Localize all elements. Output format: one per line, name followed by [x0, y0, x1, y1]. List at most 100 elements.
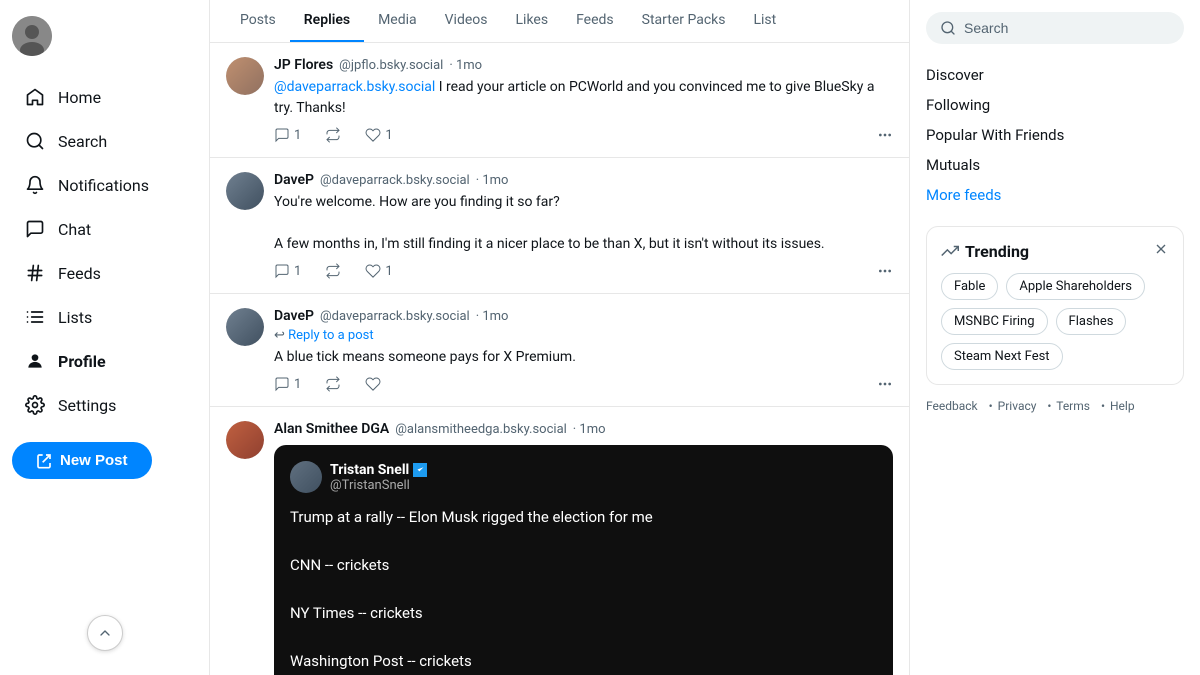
- trending-title: Trending: [941, 242, 1029, 261]
- sidebar-item-label: Feeds: [58, 264, 101, 283]
- quote-avatar: [290, 461, 322, 493]
- quote-author-name: Tristan Snell: [330, 462, 409, 478]
- footer-feedback[interactable]: Feedback: [926, 399, 978, 413]
- sidebar-item-label: Profile: [58, 352, 106, 371]
- sidebar-item-label: Lists: [58, 308, 92, 327]
- gear-icon: [24, 394, 46, 416]
- sidebar-item-settings[interactable]: Settings: [12, 384, 197, 426]
- footer-help[interactable]: Help: [1110, 399, 1135, 413]
- more-options-button[interactable]: [877, 263, 893, 279]
- avatar[interactable]: [226, 172, 264, 210]
- avatar[interactable]: [226, 421, 264, 459]
- quote-author-handle: @TristanSnell: [330, 478, 427, 493]
- tab-feeds[interactable]: Feeds: [562, 0, 628, 42]
- tab-videos[interactable]: Videos: [431, 0, 502, 42]
- trending-section: Trending Fable Apple Shareholders MSNBC …: [926, 226, 1184, 385]
- search-box[interactable]: [926, 12, 1184, 44]
- sidebar-item-notifications[interactable]: Notifications: [12, 164, 197, 206]
- post-author-name: DaveP: [274, 308, 314, 324]
- quote-text: Trump at a rally -- Elon Musk rigged the…: [290, 505, 877, 675]
- list-item: JP Flores @jpflo.bsky.social · 1mo @dave…: [210, 43, 909, 158]
- post-author-handle: @alansmitheedga.bsky.social: [395, 422, 567, 437]
- sidebar-item-lists[interactable]: Lists: [12, 296, 197, 338]
- verified-badge: [413, 463, 427, 477]
- feed-link-discover[interactable]: Discover: [926, 60, 1184, 90]
- sidebar-item-home[interactable]: Home: [12, 76, 197, 118]
- trending-tag-fable[interactable]: Fable: [941, 273, 998, 300]
- person-icon: [24, 350, 46, 372]
- like-button[interactable]: 1: [365, 263, 392, 279]
- sidebar-item-label: Search: [58, 132, 107, 151]
- trending-tag-msnbc-firing[interactable]: MSNBC Firing: [941, 308, 1048, 335]
- new-post-button[interactable]: New Post: [12, 442, 152, 479]
- profile-tabs: Posts Replies Media Videos Likes Feeds S…: [210, 0, 909, 43]
- trending-tag-apple-shareholders[interactable]: Apple Shareholders: [1006, 273, 1145, 300]
- post-author-name: JP Flores: [274, 57, 333, 73]
- feed-link-popular[interactable]: Popular With Friends: [926, 120, 1184, 150]
- tab-starter-packs[interactable]: Starter Packs: [628, 0, 740, 42]
- main-nav: Home Search Notifications Chat: [12, 76, 197, 426]
- trending-tag-flashes[interactable]: Flashes: [1056, 308, 1127, 335]
- repost-button[interactable]: [325, 263, 341, 279]
- avatar[interactable]: [226, 308, 264, 346]
- post-author-handle: @daveparrack.bsky.social: [320, 173, 470, 188]
- reply-button[interactable]: 1: [274, 127, 301, 143]
- post-time: · 1mo: [573, 422, 606, 437]
- footer-privacy[interactable]: Privacy: [998, 399, 1037, 413]
- trending-close-button[interactable]: [1153, 241, 1169, 261]
- bell-icon: [24, 174, 46, 196]
- search-input[interactable]: [964, 20, 1170, 36]
- search-icon: [24, 130, 46, 152]
- list-icon: [24, 306, 46, 328]
- reply-button[interactable]: 1: [274, 376, 301, 392]
- tab-replies[interactable]: Replies: [290, 0, 364, 42]
- tab-list[interactable]: List: [739, 0, 790, 42]
- sidebar-item-search[interactable]: Search: [12, 120, 197, 162]
- post-author-name: DaveP: [274, 172, 314, 188]
- scroll-top-button[interactable]: [87, 615, 123, 651]
- sidebar-item-chat[interactable]: Chat: [12, 208, 197, 250]
- post-text: A blue tick means someone pays for X Pre…: [274, 347, 893, 368]
- sidebar-item-label: Notifications: [58, 176, 149, 195]
- post-text: You're welcome. How are you finding it s…: [274, 192, 893, 255]
- repost-button[interactable]: [325, 376, 341, 392]
- user-avatar[interactable]: [12, 16, 52, 56]
- feed-link-following[interactable]: Following: [926, 90, 1184, 120]
- trending-tags: Fable Apple Shareholders MSNBC Firing Fl…: [941, 273, 1169, 370]
- sidebar-item-label: Home: [58, 88, 101, 107]
- post-time: · 1mo: [476, 309, 509, 324]
- list-item: DaveP @daveparrack.bsky.social · 1mo You…: [210, 158, 909, 294]
- feed-link-more[interactable]: More feeds: [926, 180, 1184, 210]
- footer-terms[interactable]: Terms: [1056, 399, 1090, 413]
- trending-tag-steam-next-fest[interactable]: Steam Next Fest: [941, 343, 1063, 370]
- sidebar-item-label: Settings: [58, 396, 116, 415]
- main-content: Posts Replies Media Videos Likes Feeds S…: [210, 0, 910, 675]
- post-author-handle: @daveparrack.bsky.social: [320, 309, 470, 324]
- sidebar-item-feeds[interactable]: Feeds: [12, 252, 197, 294]
- post-text: @daveparrack.bsky.social I read your art…: [274, 77, 893, 119]
- like-button[interactable]: 1: [365, 127, 392, 143]
- repost-button[interactable]: [325, 127, 341, 143]
- sidebar-item-profile[interactable]: Profile: [12, 340, 197, 382]
- tab-posts[interactable]: Posts: [226, 0, 290, 42]
- mention-link[interactable]: @daveparrack.bsky.social: [274, 79, 435, 95]
- like-button[interactable]: [365, 376, 381, 392]
- tab-likes[interactable]: Likes: [502, 0, 563, 42]
- chat-icon: [24, 218, 46, 240]
- more-options-button[interactable]: [877, 127, 893, 143]
- feed-link-mutuals[interactable]: Mutuals: [926, 150, 1184, 180]
- post-author-handle: @jpflo.bsky.social: [339, 58, 443, 73]
- new-post-label: New Post: [60, 452, 128, 469]
- tab-media[interactable]: Media: [364, 0, 431, 42]
- quoted-post[interactable]: Tristan Snell @TristanSnell Trump at a r…: [274, 445, 893, 675]
- reply-button[interactable]: 1: [274, 263, 301, 279]
- post-time: · 1mo: [476, 173, 509, 188]
- avatar[interactable]: [226, 57, 264, 95]
- search-icon: [940, 20, 956, 36]
- home-icon: [24, 86, 46, 108]
- feed-list: JP Flores @jpflo.bsky.social · 1mo @dave…: [210, 43, 909, 675]
- more-options-button[interactable]: [877, 376, 893, 392]
- post-time: · 1mo: [449, 58, 482, 73]
- hash-icon: [24, 262, 46, 284]
- trending-icon: [941, 242, 959, 260]
